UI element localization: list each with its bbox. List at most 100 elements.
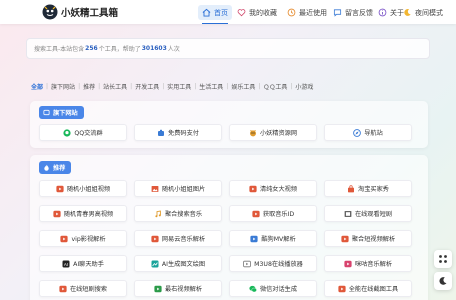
tool-tile-label: 聚合搜索音乐 bbox=[164, 211, 203, 218]
recommend-panel: 推荐 随机小姐姐视频 随机小姐姐图片 清纯女大视频 淘宝买家秀随机青春男高视频 聚合搜索… bbox=[30, 155, 428, 300]
video-icon bbox=[56, 185, 64, 192]
site-title[interactable]: 小妖精工具箱 bbox=[61, 5, 118, 19]
tool-tile[interactable]: 酷狗MV解析 bbox=[229, 230, 317, 247]
tool-tile[interactable]: 微信对话生成 bbox=[229, 280, 317, 297]
video-icon bbox=[53, 210, 61, 217]
tool-tile[interactable]: 导航站 bbox=[324, 124, 412, 141]
category-tab[interactable]: 全部 bbox=[31, 82, 43, 91]
category-tab[interactable]: 站长工具 bbox=[103, 82, 127, 91]
search-middle: 个工具，帮助了 bbox=[98, 46, 141, 53]
image-icon bbox=[151, 185, 159, 192]
tool-tile[interactable]: 随机小姐姐视频 bbox=[39, 180, 127, 197]
tool-tile[interactable]: 随机青春男高视频 bbox=[39, 205, 127, 222]
film-icon bbox=[344, 210, 352, 217]
music-icon bbox=[155, 209, 161, 217]
category-tab[interactable]: ＱＱ工具 bbox=[263, 82, 287, 91]
section-label-recommend: 推荐 bbox=[53, 165, 66, 172]
nav-dark-mode-label: 夜间模式 bbox=[415, 8, 443, 17]
nav-recent[interactable]: 最近使用 bbox=[287, 5, 327, 20]
chat-icon bbox=[333, 9, 342, 17]
tool-tile[interactable]: M3U8在线播放器 bbox=[229, 255, 317, 272]
fairy-logo-icon[interactable] bbox=[42, 4, 58, 20]
netease-icon bbox=[151, 235, 159, 242]
category-separator: | bbox=[78, 83, 81, 90]
tool-tile[interactable]: 免费码支付 bbox=[134, 124, 222, 141]
tag-icon bbox=[43, 109, 50, 116]
search-prefix: 搜索工具-本站包含 bbox=[34, 46, 85, 53]
tool-tile-label: 微信对话生成 bbox=[259, 286, 298, 293]
section-tag-network: 旗下网站 bbox=[39, 106, 84, 119]
category-separator: | bbox=[130, 83, 133, 90]
category-tab[interactable]: 娱乐工具 bbox=[231, 82, 255, 91]
svg-text:AI: AI bbox=[64, 261, 68, 266]
category-separator: | bbox=[98, 83, 101, 90]
heart-icon bbox=[237, 9, 246, 17]
tool-count: 256 bbox=[85, 45, 98, 52]
tool-tile[interactable]: 聚合搜索音乐 bbox=[134, 205, 222, 222]
kugou-icon bbox=[250, 235, 258, 242]
category-tab[interactable]: 小游戏 bbox=[295, 82, 313, 91]
nav-dark-mode[interactable]: 夜间模式 bbox=[403, 5, 443, 20]
tool-tile[interactable]: AI生成图文绘图 bbox=[134, 255, 222, 272]
tool-tile[interactable]: 小妖精资源网 bbox=[229, 124, 317, 141]
music-id-icon bbox=[252, 210, 260, 217]
category-tab[interactable]: 推荐 bbox=[83, 82, 95, 91]
tool-tile[interactable]: 随机小姐姐图片 bbox=[134, 180, 222, 197]
tool-tile[interactable]: AI AI聊天助手 bbox=[39, 255, 127, 272]
category-tab[interactable]: 开发工具 bbox=[135, 82, 159, 91]
nav-feedback-label: 留言反馈 bbox=[345, 8, 373, 17]
category-separator: | bbox=[194, 83, 197, 90]
tool-tile-label: 随机青春男高视频 bbox=[63, 211, 114, 218]
tool-tile-label: 酷狗MV解析 bbox=[261, 236, 296, 243]
qq-icon bbox=[63, 128, 71, 137]
tool-tile[interactable]: 聚合短视频解析 bbox=[324, 230, 412, 247]
nav-favorites[interactable]: 我的收藏 bbox=[237, 5, 277, 20]
search-input[interactable]: 搜索工具-本站包含 256 个工具，帮助了 301603 人次 bbox=[26, 38, 430, 59]
section-label-network: 旗下网站 bbox=[53, 110, 78, 117]
tool-tile-label: 导航站 bbox=[364, 130, 383, 137]
video-icon bbox=[249, 185, 257, 192]
tool-tile-label: 清纯女大视频 bbox=[259, 186, 298, 193]
tool-tile-label: 随机小姐姐视频 bbox=[66, 186, 111, 193]
search-suffix: 人次 bbox=[167, 46, 180, 53]
fairy-icon bbox=[249, 129, 256, 136]
tool-tile[interactable]: 全能在线截图工具 bbox=[324, 280, 412, 297]
tool-tile[interactable]: 在线观看短剧 bbox=[324, 205, 412, 222]
theme-toggle-button[interactable] bbox=[434, 272, 452, 290]
nav-feedback[interactable]: 留言反馈 bbox=[333, 5, 373, 20]
tool-tile[interactable]: 清纯女大视频 bbox=[229, 180, 317, 197]
home-icon bbox=[202, 8, 211, 17]
nav-home-label: 首页 bbox=[214, 8, 228, 17]
tool-tile[interactable]: 获取音乐ID bbox=[229, 205, 317, 222]
tool-tile-label: 小妖精资源网 bbox=[259, 130, 298, 137]
category-separator: | bbox=[290, 83, 293, 90]
tool-tile[interactable]: 在线短剧搜索 bbox=[39, 280, 127, 297]
category-tab[interactable]: 实用工具 bbox=[167, 82, 191, 91]
tool-tile-label: 在线观看短剧 bbox=[354, 211, 393, 218]
info-icon bbox=[378, 8, 387, 17]
nav-favorites-label: 我的收藏 bbox=[249, 8, 277, 17]
nav-home[interactable]: 首页 bbox=[198, 5, 232, 24]
nav-recent-label: 最近使用 bbox=[299, 8, 327, 17]
tool-tile[interactable]: vip影视解析 bbox=[39, 230, 127, 247]
compass-icon bbox=[353, 128, 362, 137]
tool-tile[interactable]: 咪咕音乐解析 bbox=[324, 255, 412, 272]
category-tab[interactable]: 旗下网站 bbox=[51, 82, 75, 91]
category-filter: 全部 | 旗下网站 | 推荐 | 站长工具 | 开发工具 | 实用工具 | 生活工具 | 娱乐工具 | ＱＱ工具… bbox=[31, 82, 313, 91]
tool-tile[interactable]: 网易云音乐解析 bbox=[134, 230, 222, 247]
category-separator: | bbox=[258, 83, 261, 90]
tool-tile-label: QQ交流群 bbox=[74, 130, 103, 137]
tool-tile-label: 咪咕音乐解析 bbox=[354, 261, 393, 268]
clock-icon bbox=[287, 8, 296, 17]
moon-icon bbox=[404, 9, 411, 16]
tool-tile-label: vip影视解析 bbox=[71, 236, 106, 243]
nav-about[interactable]: 关于 bbox=[378, 5, 404, 20]
tool-tile[interactable]: 最右视频解析 bbox=[134, 280, 222, 297]
tool-tile-label: 在线短剧搜索 bbox=[69, 286, 108, 293]
tool-tile-label: 随机小姐姐图片 bbox=[161, 186, 206, 193]
tool-tile-label: M3U8在线播放器 bbox=[254, 261, 303, 268]
tool-tile[interactable]: 淘宝买家秀 bbox=[324, 180, 412, 197]
grid-menu-button[interactable] bbox=[434, 250, 452, 268]
tool-tile[interactable]: QQ交流群 bbox=[39, 124, 127, 141]
category-tab[interactable]: 生活工具 bbox=[199, 82, 223, 91]
